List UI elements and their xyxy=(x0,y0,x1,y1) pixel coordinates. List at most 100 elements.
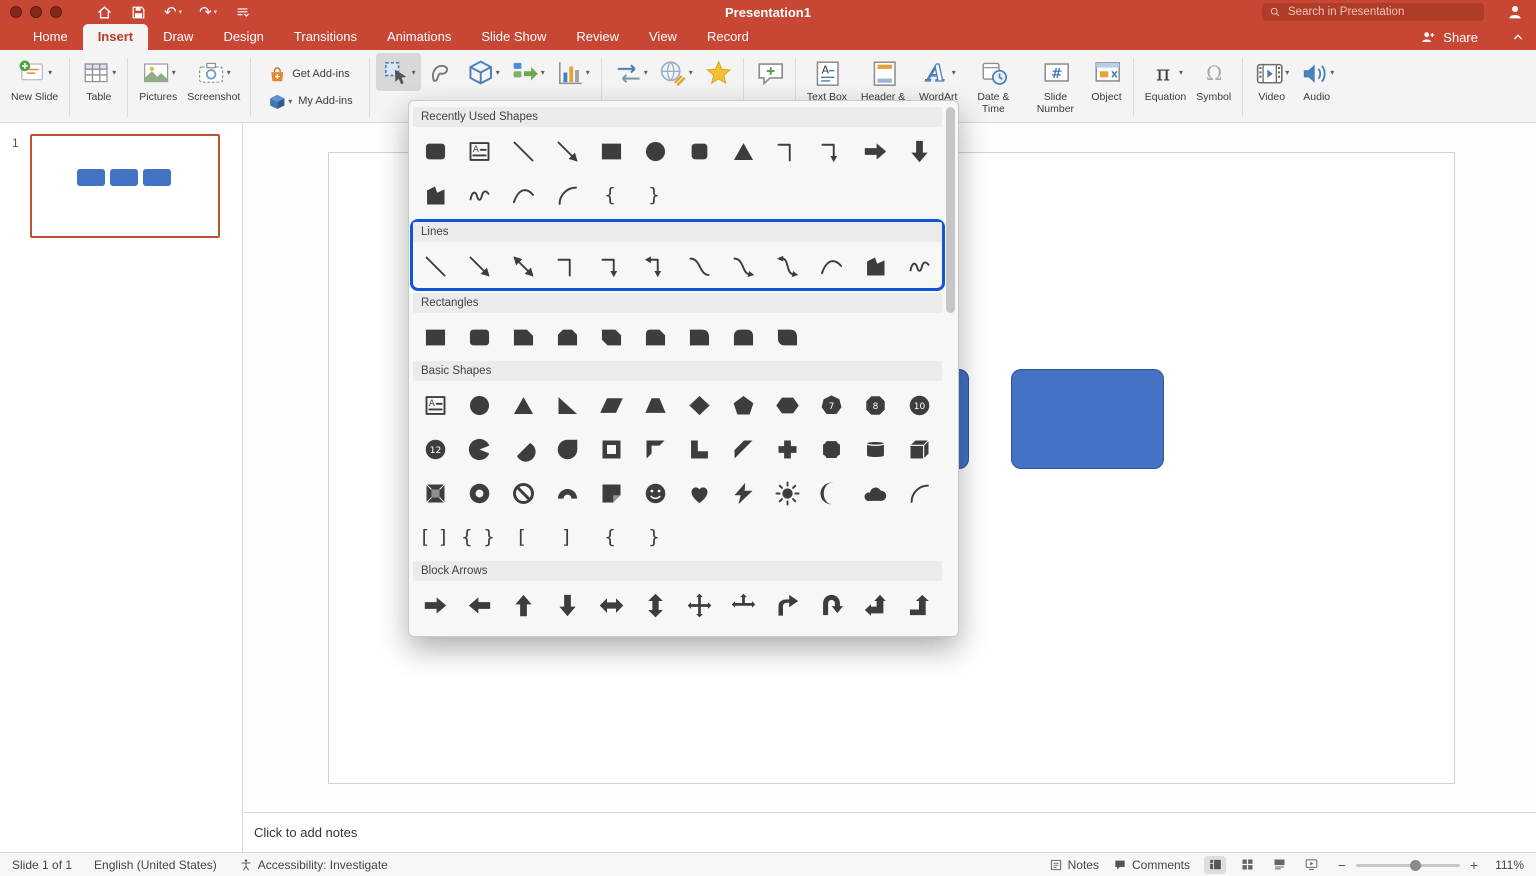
account-icon[interactable] xyxy=(1506,3,1524,26)
shape-moon[interactable] xyxy=(809,471,853,515)
shape-bent-arrow[interactable] xyxy=(765,583,809,627)
pictures-button[interactable]: ▾Pictures xyxy=(134,53,182,104)
shape-text-box[interactable]: A xyxy=(457,129,501,173)
shape-half-frame[interactable] xyxy=(633,427,677,471)
maximize-window-button[interactable] xyxy=(50,6,62,18)
shape-oval[interactable] xyxy=(633,129,677,173)
shape-cube[interactable] xyxy=(897,427,941,471)
wordart-button[interactable]: A▾WordArt xyxy=(914,53,962,104)
shape-folded-corner[interactable] xyxy=(589,471,633,515)
tab-review[interactable]: Review xyxy=(561,24,634,50)
shape-oval[interactable] xyxy=(457,383,501,427)
shape-teardrop[interactable] xyxy=(545,427,589,471)
shape-dodecagon[interactable]: 12 xyxy=(413,427,457,471)
shape-rounded-rectangle[interactable] xyxy=(457,315,501,359)
slideshow-view-button[interactable] xyxy=(1300,856,1322,874)
shape-right-brace[interactable]: } xyxy=(633,515,677,559)
shape-donut[interactable] xyxy=(457,471,501,515)
tab-insert[interactable]: Insert xyxy=(83,24,148,50)
chart-button[interactable]: ▾ xyxy=(550,53,595,91)
redo-icon[interactable]: ↷▾ xyxy=(199,5,217,20)
shape-left-brace[interactable]: { xyxy=(589,515,633,559)
shape-left-right-up-arrow[interactable] xyxy=(721,583,765,627)
shape-curve[interactable] xyxy=(501,173,545,217)
shape-scribble[interactable] xyxy=(457,173,501,217)
shape-right-triangle[interactable] xyxy=(545,383,589,427)
shape-snip-same-side-corners[interactable] xyxy=(545,315,589,359)
tab-animations[interactable]: Animations xyxy=(372,24,466,50)
shape-right-brace[interactable]: } xyxy=(633,173,677,217)
shape-trapezoid[interactable] xyxy=(633,383,677,427)
zoom-out-button[interactable]: − xyxy=(1336,857,1348,873)
scrollbar-thumb[interactable] xyxy=(946,107,955,313)
tab-record[interactable]: Record xyxy=(692,24,764,50)
tab-slide-show[interactable]: Slide Show xyxy=(466,24,561,50)
shape-octagon[interactable]: 8 xyxy=(853,383,897,427)
shape-l-shape[interactable] xyxy=(677,427,721,471)
shape-rounded-square[interactable] xyxy=(677,129,721,173)
shape-hexagon[interactable] xyxy=(765,383,809,427)
shape-left-bracket[interactable]: [ xyxy=(501,515,545,559)
shape-can[interactable] xyxy=(853,427,897,471)
screenshot-button[interactable]: ▾Screenshot xyxy=(182,53,244,104)
shape-curved-arrow-connector[interactable] xyxy=(721,244,765,288)
slide-number-button[interactable]: #Slide Number xyxy=(1024,53,1086,116)
shape-right-arrow[interactable] xyxy=(413,583,457,627)
shapes-button[interactable]: ▾ xyxy=(376,53,421,91)
shape-quad-arrow[interactable] xyxy=(677,583,721,627)
shape-left-arrow[interactable] xyxy=(457,583,501,627)
symbol-button[interactable]: ΩSymbol xyxy=(1191,53,1236,104)
shape-cloud[interactable] xyxy=(853,471,897,515)
shape-elbow-double-arrow-connector[interactable] xyxy=(633,244,677,288)
shape-parallelogram[interactable] xyxy=(589,383,633,427)
shape-arc[interactable] xyxy=(897,471,941,515)
shape-round-same-side-corners[interactable] xyxy=(721,315,765,359)
tab-transitions[interactable]: Transitions xyxy=(279,24,372,50)
shape-plaque[interactable] xyxy=(809,427,853,471)
reading-view-button[interactable] xyxy=(1268,856,1290,874)
shape-isosceles-triangle[interactable] xyxy=(721,129,765,173)
3d-models-button[interactable]: ▾ xyxy=(460,53,505,91)
shape-heart[interactable] xyxy=(677,471,721,515)
zoom-button[interactable]: ▾ xyxy=(608,53,653,91)
close-window-button[interactable] xyxy=(10,6,22,18)
minimize-window-button[interactable] xyxy=(30,6,42,18)
home-icon[interactable] xyxy=(96,4,113,21)
get-addins-button[interactable]: Get Add-ins xyxy=(261,63,355,85)
action-button[interactable] xyxy=(698,53,737,91)
shape-cross[interactable] xyxy=(765,427,809,471)
audio-button[interactable]: ▾Audio xyxy=(1294,53,1339,104)
icons-button[interactable] xyxy=(421,53,460,91)
shape-chord[interactable] xyxy=(501,427,545,471)
shape-diagonal-stripe[interactable] xyxy=(721,427,765,471)
shape-pie[interactable] xyxy=(457,427,501,471)
shape-lightning-bolt[interactable] xyxy=(721,471,765,515)
shape-snip-single-corner[interactable] xyxy=(501,315,545,359)
save-icon[interactable] xyxy=(130,4,147,21)
shape-sun[interactable] xyxy=(765,471,809,515)
shape-freeform[interactable] xyxy=(853,244,897,288)
shape-line-arrow[interactable] xyxy=(545,129,589,173)
video-button[interactable]: ▾Video xyxy=(1249,53,1294,104)
shape-double-bracket[interactable]: [ ] xyxy=(413,515,457,559)
tab-view[interactable]: View xyxy=(634,24,692,50)
shape-diamond[interactable] xyxy=(677,383,721,427)
shape-right-bracket[interactable]: ] xyxy=(545,515,589,559)
table-button[interactable]: ▾Table xyxy=(76,53,121,104)
zoom-in-button[interactable]: + xyxy=(1468,857,1480,873)
shape-decagon[interactable]: 10 xyxy=(897,383,941,427)
shape-text-box[interactable]: A xyxy=(413,383,457,427)
my-addins-button[interactable]: ▾My Add-ins xyxy=(261,90,358,112)
accessibility-status[interactable]: Accessibility: Investigate xyxy=(239,858,388,872)
shape-up-down-arrow[interactable] xyxy=(633,583,677,627)
shape-round-diagonal-corners[interactable] xyxy=(765,315,809,359)
shape-frame[interactable] xyxy=(589,427,633,471)
shape-isosceles-triangle[interactable] xyxy=(501,383,545,427)
shape-up-arrow[interactable] xyxy=(501,583,545,627)
shape-snip-and-round-single-corner[interactable] xyxy=(633,315,677,359)
tab-draw[interactable]: Draw xyxy=(148,24,208,50)
shape-bevel[interactable] xyxy=(413,471,457,515)
shape-rounded-rectangle[interactable] xyxy=(413,129,457,173)
tab-home[interactable]: Home xyxy=(18,24,83,50)
slide-1-thumbnail[interactable] xyxy=(30,134,220,238)
